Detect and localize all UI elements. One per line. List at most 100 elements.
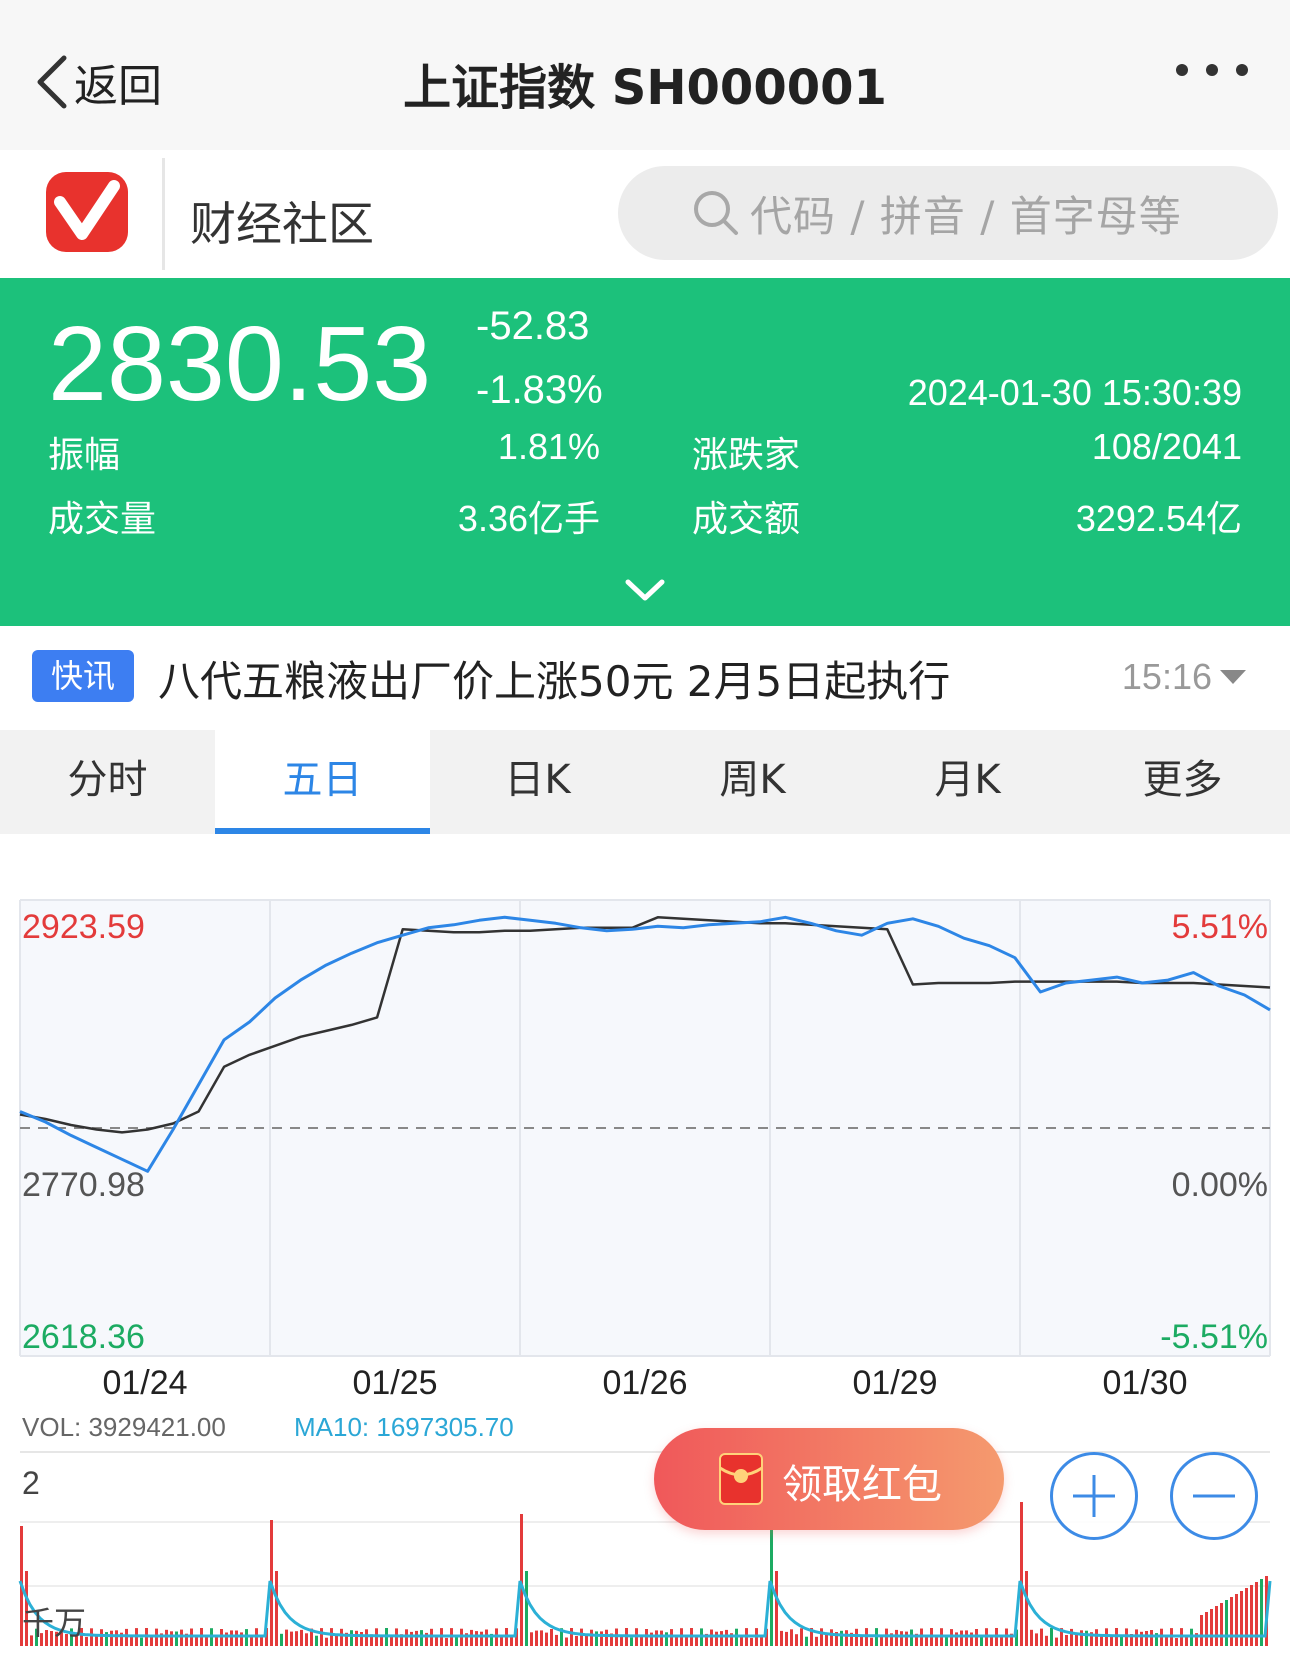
red-packet-button[interactable]: 领取红包: [654, 1428, 1004, 1530]
volume-bar: [855, 1628, 858, 1646]
volume-bar: [535, 1630, 538, 1646]
volume-bar: [1050, 1628, 1053, 1646]
volume-bar: [710, 1629, 713, 1646]
volume-label: 成交量: [48, 499, 157, 540]
volume-bar: [1020, 1502, 1023, 1646]
volume-bar: [235, 1630, 238, 1646]
volume-bar: [180, 1629, 183, 1646]
volume-bar: [800, 1628, 803, 1646]
news-ticker[interactable]: 快讯 八代五粮液出厂价上涨50元 2月5日起执行 15:16: [0, 626, 1290, 730]
volume-bar: [325, 1637, 328, 1646]
tab-intraday[interactable]: 分时: [0, 730, 215, 834]
y-right-max: 5.51%: [1172, 908, 1268, 946]
volume-bar: [140, 1637, 143, 1646]
page-title: 上证指数 SH000001: [403, 60, 887, 116]
caret-down-icon[interactable]: [1220, 670, 1246, 684]
tab-weekly-k[interactable]: 周K: [645, 730, 860, 834]
volume-bar: [295, 1631, 298, 1646]
volume-scale-top: 2: [22, 1465, 40, 1501]
zoom-out-button[interactable]: [1170, 1452, 1258, 1540]
volume-bar: [565, 1637, 568, 1646]
y-right-min: -5.51%: [1160, 1318, 1268, 1356]
volume-bar: [410, 1631, 413, 1646]
volume-bar: [1120, 1636, 1123, 1646]
volume-bar: [665, 1632, 668, 1646]
x-label-0130: 01/30: [1102, 1364, 1187, 1402]
amplitude-value: 1.81%: [497, 426, 600, 467]
volume-bar: [655, 1630, 658, 1646]
volume-bar: [525, 1571, 528, 1646]
volume-bar: [780, 1630, 783, 1646]
volume-bar: [910, 1629, 913, 1646]
volume-bar: [175, 1631, 178, 1646]
volume-bar: [230, 1630, 233, 1646]
five-day-chart[interactable]: 2923.59 2770.98 2618.36 5.51% 0.00% -5.5…: [0, 834, 1290, 1667]
volume-bar: [1025, 1571, 1028, 1646]
volume-bar: [415, 1630, 418, 1646]
volume-bar: [660, 1630, 663, 1646]
y-left-max: 2923.59: [22, 908, 145, 946]
news-time: 15:16: [1121, 656, 1212, 697]
volume-bar: [330, 1628, 333, 1646]
volume-bar: [445, 1637, 448, 1646]
volume-bar: [260, 1637, 263, 1646]
turnover-value: 3292.54亿: [1075, 498, 1242, 539]
price-chart[interactable]: 2923.59 2770.98 2618.36 5.51% 0.00% -5.5…: [0, 834, 1290, 1667]
quote-panel: 2830.53 -52.83 -1.83% 2024-01-30 15:30:3…: [0, 278, 1290, 626]
volume-bar: [715, 1631, 718, 1646]
tab-daily-k[interactable]: 日K: [430, 730, 645, 834]
adv-dec-label: 涨跌家: [692, 435, 801, 476]
index-price: 2830.53: [48, 305, 432, 423]
red-envelope-icon: [719, 1453, 763, 1505]
volume-bar: [1220, 1603, 1223, 1646]
news-headline: 八代五粮液出厂价上涨50元 2月5日起执行: [158, 657, 951, 706]
volume-bar: [355, 1630, 358, 1646]
zoom-in-button[interactable]: [1050, 1452, 1138, 1540]
price-change-pct: -1.83%: [476, 368, 603, 412]
volume-bar: [530, 1632, 533, 1646]
turnover-label: 成交额: [692, 499, 801, 540]
volume-bar: [1215, 1606, 1218, 1646]
volume-bar: [620, 1636, 623, 1646]
volume-bar: [170, 1631, 173, 1646]
plus-icon: [1073, 1475, 1115, 1517]
volume-bar: [950, 1629, 953, 1646]
volume-bar: [470, 1629, 473, 1646]
volume-bar: [1205, 1612, 1208, 1646]
volume-bar: [280, 1633, 283, 1646]
volume-bar: [990, 1637, 993, 1646]
volume-bar: [830, 1629, 833, 1646]
minus-icon: [1193, 1494, 1235, 1498]
volume-bar: [1045, 1635, 1048, 1646]
quote-datetime: 2024-01-30 15:30:39: [907, 372, 1242, 413]
volume-bar: [695, 1636, 698, 1646]
volume-bar: [205, 1637, 208, 1646]
volume-bar: [420, 1630, 423, 1646]
price-change: -52.83: [476, 304, 590, 348]
volume-bar: [595, 1631, 598, 1646]
volume-bar: [475, 1631, 478, 1646]
tab-monthly-k[interactable]: 月K: [860, 730, 1075, 834]
search-input[interactable]: 代码 / 拼音 / 首字母等: [618, 166, 1278, 260]
x-label-0124: 01/24: [102, 1364, 187, 1402]
volume-bar: [605, 1629, 608, 1646]
volume-bar: [500, 1636, 503, 1646]
tab-five-day[interactable]: 五日: [215, 730, 430, 834]
chevron-down-icon[interactable]: [624, 578, 666, 602]
volume-bar: [1085, 1630, 1088, 1646]
volume-bar: [350, 1630, 353, 1646]
amplitude-label: 振幅: [48, 435, 121, 476]
volume-bar: [390, 1636, 393, 1646]
volume-bar: [775, 1571, 778, 1646]
volume-bar: [900, 1631, 903, 1646]
volume-bar: [1110, 1636, 1113, 1646]
volume-bar: [845, 1630, 848, 1646]
volume-bar: [1030, 1629, 1033, 1646]
volume-bar: [1240, 1591, 1243, 1646]
volume-bar: [590, 1629, 593, 1646]
tab-more[interactable]: 更多: [1075, 730, 1290, 834]
volume-bar: [1040, 1628, 1043, 1646]
volume-bar: [510, 1637, 513, 1646]
volume-bar: [240, 1632, 243, 1646]
more-menu-icon[interactable]: [1176, 64, 1248, 76]
